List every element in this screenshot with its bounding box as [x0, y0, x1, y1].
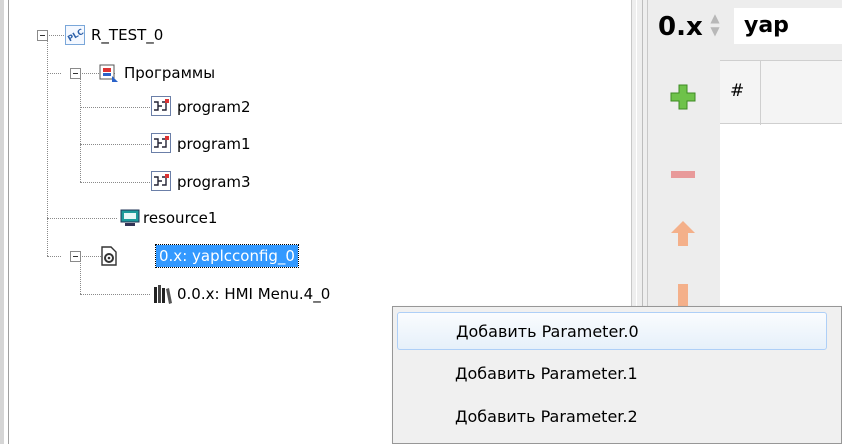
- resource-icon: [119, 207, 140, 227]
- grid-column-index: #: [730, 81, 745, 101]
- library-icon: [152, 283, 172, 304]
- config-icon: [98, 245, 118, 266]
- svg-text:PLC: PLC: [66, 27, 84, 43]
- plus-icon: [670, 84, 696, 110]
- tree-node-label: program2: [177, 98, 251, 116]
- tree-node-label: program1: [177, 135, 251, 153]
- collapse-toggle[interactable]: [70, 251, 81, 262]
- arrow-up-icon: [671, 221, 695, 246]
- context-menu: Добавить Parameter.0 Добавить Parameter.…: [392, 306, 842, 444]
- tree-line: [80, 107, 150, 108]
- tree-node-label: 0.0.x: HMI Menu.4_0: [177, 285, 331, 303]
- menu-item-add-parameter-2[interactable]: Добавить Parameter.2: [397, 398, 827, 436]
- config-name-input[interactable]: yap: [734, 8, 842, 44]
- tree-line: [47, 256, 61, 257]
- tree-node-label: 0.x: yaplcconfig_0: [155, 244, 299, 268]
- program-icon: [151, 96, 171, 116]
- tree-line: [47, 218, 117, 219]
- grid-header: #: [720, 60, 842, 125]
- tree-node-label: program3: [177, 173, 251, 191]
- minus-icon: [671, 171, 695, 178]
- program-icon: [151, 133, 171, 153]
- window-edge: [0, 0, 4, 444]
- column-separator[interactable]: [760, 61, 761, 125]
- collapse-toggle[interactable]: [37, 30, 48, 41]
- tree-node-label: Программы: [124, 64, 216, 82]
- menu-item-add-parameter-0[interactable]: Добавить Parameter.0: [397, 312, 827, 350]
- tree-line: [80, 182, 150, 183]
- add-parameter-button[interactable]: [668, 82, 698, 112]
- collapse-toggle[interactable]: [70, 68, 81, 79]
- remove-parameter-button[interactable]: [668, 160, 698, 190]
- program-icon: [151, 171, 171, 191]
- plc-icon: PLC: [65, 25, 85, 45]
- move-up-button[interactable]: [668, 218, 698, 248]
- tree-node-label: R_TEST_0: [91, 26, 164, 44]
- spin-down-icon[interactable]: ▼: [708, 25, 722, 38]
- tree-line: [80, 294, 150, 295]
- programs-folder-icon: [98, 62, 118, 82]
- tree-line: [80, 261, 81, 294]
- tree-line: [47, 73, 61, 74]
- tree-node-label: resource1: [143, 209, 218, 227]
- tree-line: [80, 144, 150, 145]
- menu-item-add-parameter-1[interactable]: Добавить Parameter.1: [397, 355, 827, 393]
- id-spinner[interactable]: ▲ ▼: [708, 12, 722, 40]
- config-id-label: 0.x: [658, 12, 703, 42]
- tree-line: [80, 78, 81, 182]
